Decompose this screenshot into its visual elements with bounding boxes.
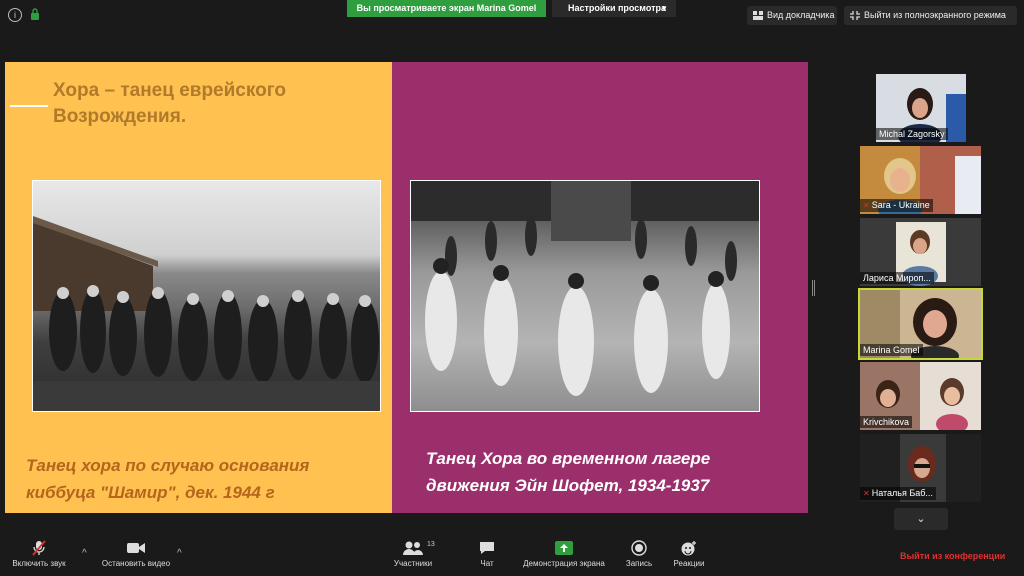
participant-name: ✕ Наталья Баб... (860, 487, 936, 500)
grid-icon (753, 11, 763, 20)
exit-fullscreen-label: Выйти из полноэкранного режима (864, 10, 1006, 20)
record-label: Запись (625, 559, 653, 568)
participant-name: Michal Zagorsky (876, 128, 948, 140)
caption-right-line1: Танец Хора во временном лагере (426, 449, 711, 468)
info-icon[interactable]: i (8, 8, 22, 22)
screen-share-banner: Вы просматриваете экран Marina Gomel (347, 0, 546, 17)
participant-tile[interactable]: Лариса Мироп... (860, 218, 981, 286)
reactions-button[interactable]: Реакции (668, 540, 710, 574)
record-icon (631, 540, 647, 556)
participants-button[interactable]: Участники 13 (388, 540, 438, 574)
participant-tile[interactable]: Michal Zagorsky (876, 74, 966, 142)
caption-right-line2: движения Эйн Шофет, 1934-1937 (426, 476, 710, 495)
chat-icon (480, 542, 494, 554)
slide-title-line1: Хора – танец еврейского (53, 80, 287, 101)
photo-kibbutz-dance (32, 180, 381, 412)
mic-muted-icon (32, 540, 46, 556)
stop-video-button[interactable]: Остановить видео (96, 540, 176, 574)
smiley-icon (681, 541, 696, 556)
video-options-caret[interactable]: ^ (177, 548, 182, 559)
stop-video-label: Остановить видео (101, 559, 171, 568)
chat-button[interactable]: Чат (470, 540, 504, 574)
exit-fullscreen-icon (850, 11, 860, 20)
unmute-button[interactable]: Включить звук (4, 540, 74, 574)
participant-name: Marina Gomel (860, 344, 923, 356)
participants-icon (403, 541, 423, 555)
audio-options-caret[interactable]: ^ (82, 548, 87, 559)
slide-title: Хора – танец еврейского Возрождения. (53, 78, 373, 130)
share-screen-label: Демонстрация экрана (523, 559, 605, 568)
mic-muted-icon: ✕ (863, 489, 870, 498)
share-screen-icon (555, 541, 573, 555)
participant-tile[interactable]: Krivchikova (860, 362, 981, 430)
slide-title-line2: Возрождения. (53, 106, 187, 127)
video-camera-icon (127, 543, 145, 553)
participant-tile[interactable]: ✕ Наталья Баб... (860, 434, 981, 502)
participant-tile[interactable]: ✕ Sara - Ukraine (860, 146, 981, 214)
exit-fullscreen-button[interactable]: Выйти из полноэкранного режима (844, 6, 1017, 25)
participant-name: Krivchikova (860, 416, 913, 428)
record-button[interactable]: Запись (622, 540, 656, 574)
panel-resize-handle[interactable] (812, 280, 815, 296)
chat-label: Чат (480, 559, 494, 568)
title-accent-line (10, 105, 48, 107)
unmute-label: Включить звук (12, 559, 66, 568)
leave-meeting-button[interactable]: Выйти из конференции (900, 551, 1005, 561)
participants-label: Участники (393, 559, 433, 568)
share-screen-button[interactable]: Демонстрация экрана (518, 540, 610, 574)
participants-count: 13 (427, 541, 435, 548)
caption-right: Танец Хора во временном лагере движения … (426, 445, 796, 499)
speaker-view-label: Вид докладчика (767, 10, 835, 20)
participant-name: Лариса Мироп... (860, 272, 934, 284)
chevron-down-icon: ▼ (660, 4, 668, 13)
view-settings-label: Настройки просмотра (568, 3, 667, 13)
scroll-down-button[interactable]: ⌄ (894, 508, 948, 530)
caption-left: Танец хора по случаю основания киббуца "… (26, 452, 386, 506)
caption-left-line2: киббуца "Шамир", дек. 1944 г (26, 483, 275, 502)
participant-name: ✕ Sara - Ukraine (860, 199, 933, 212)
photo-ein-shofet-dance (410, 180, 760, 412)
mic-muted-icon: ✕ (863, 201, 870, 210)
lock-icon[interactable] (30, 8, 40, 20)
reactions-label: Реакции (673, 559, 705, 568)
participant-tile-active-speaker[interactable]: Marina Gomel (858, 288, 983, 360)
chevron-down-icon: ⌄ (916, 513, 926, 525)
view-settings-dropdown[interactable]: Настройки просмотра ▼ (552, 0, 676, 17)
speaker-view-button[interactable]: Вид докладчика (747, 6, 837, 25)
caption-left-line1: Танец хора по случаю основания (26, 456, 310, 475)
